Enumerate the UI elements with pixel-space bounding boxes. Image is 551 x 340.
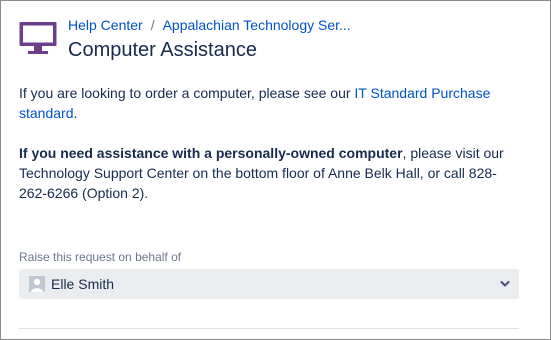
- assistance-paragraph: If you need assistance with a personally…: [19, 143, 519, 203]
- section-divider: [19, 328, 519, 329]
- breadcrumb-separator: /: [150, 17, 155, 33]
- breadcrumb: Help Center / Appalachian Technology Ser..…: [68, 16, 351, 34]
- chevron-down-icon[interactable]: [500, 279, 510, 289]
- request-description: If you are looking to order a computer, …: [19, 83, 519, 203]
- order-paragraph: If you are looking to order a computer, …: [19, 83, 519, 123]
- behalf-selected-value: Elle Smith: [51, 276, 115, 292]
- breadcrumb-service-desk[interactable]: Appalachian Technology Ser...: [163, 17, 351, 33]
- page-title: Computer Assistance: [68, 39, 257, 61]
- request-panel: Help Center / Appalachian Technology Ser..…: [0, 0, 551, 340]
- behalf-select[interactable]: Elle Smith: [19, 269, 519, 299]
- breadcrumb-help-center[interactable]: Help Center: [68, 17, 143, 33]
- assistance-emphasis: If you need assistance with a personally…: [19, 145, 403, 161]
- behalf-field-label: Raise this request on behalf of: [19, 250, 182, 264]
- user-avatar: [29, 276, 45, 292]
- monitor-icon: [19, 22, 57, 54]
- order-text-end: .: [73, 105, 78, 121]
- order-text: If you are looking to order a computer, …: [19, 85, 355, 101]
